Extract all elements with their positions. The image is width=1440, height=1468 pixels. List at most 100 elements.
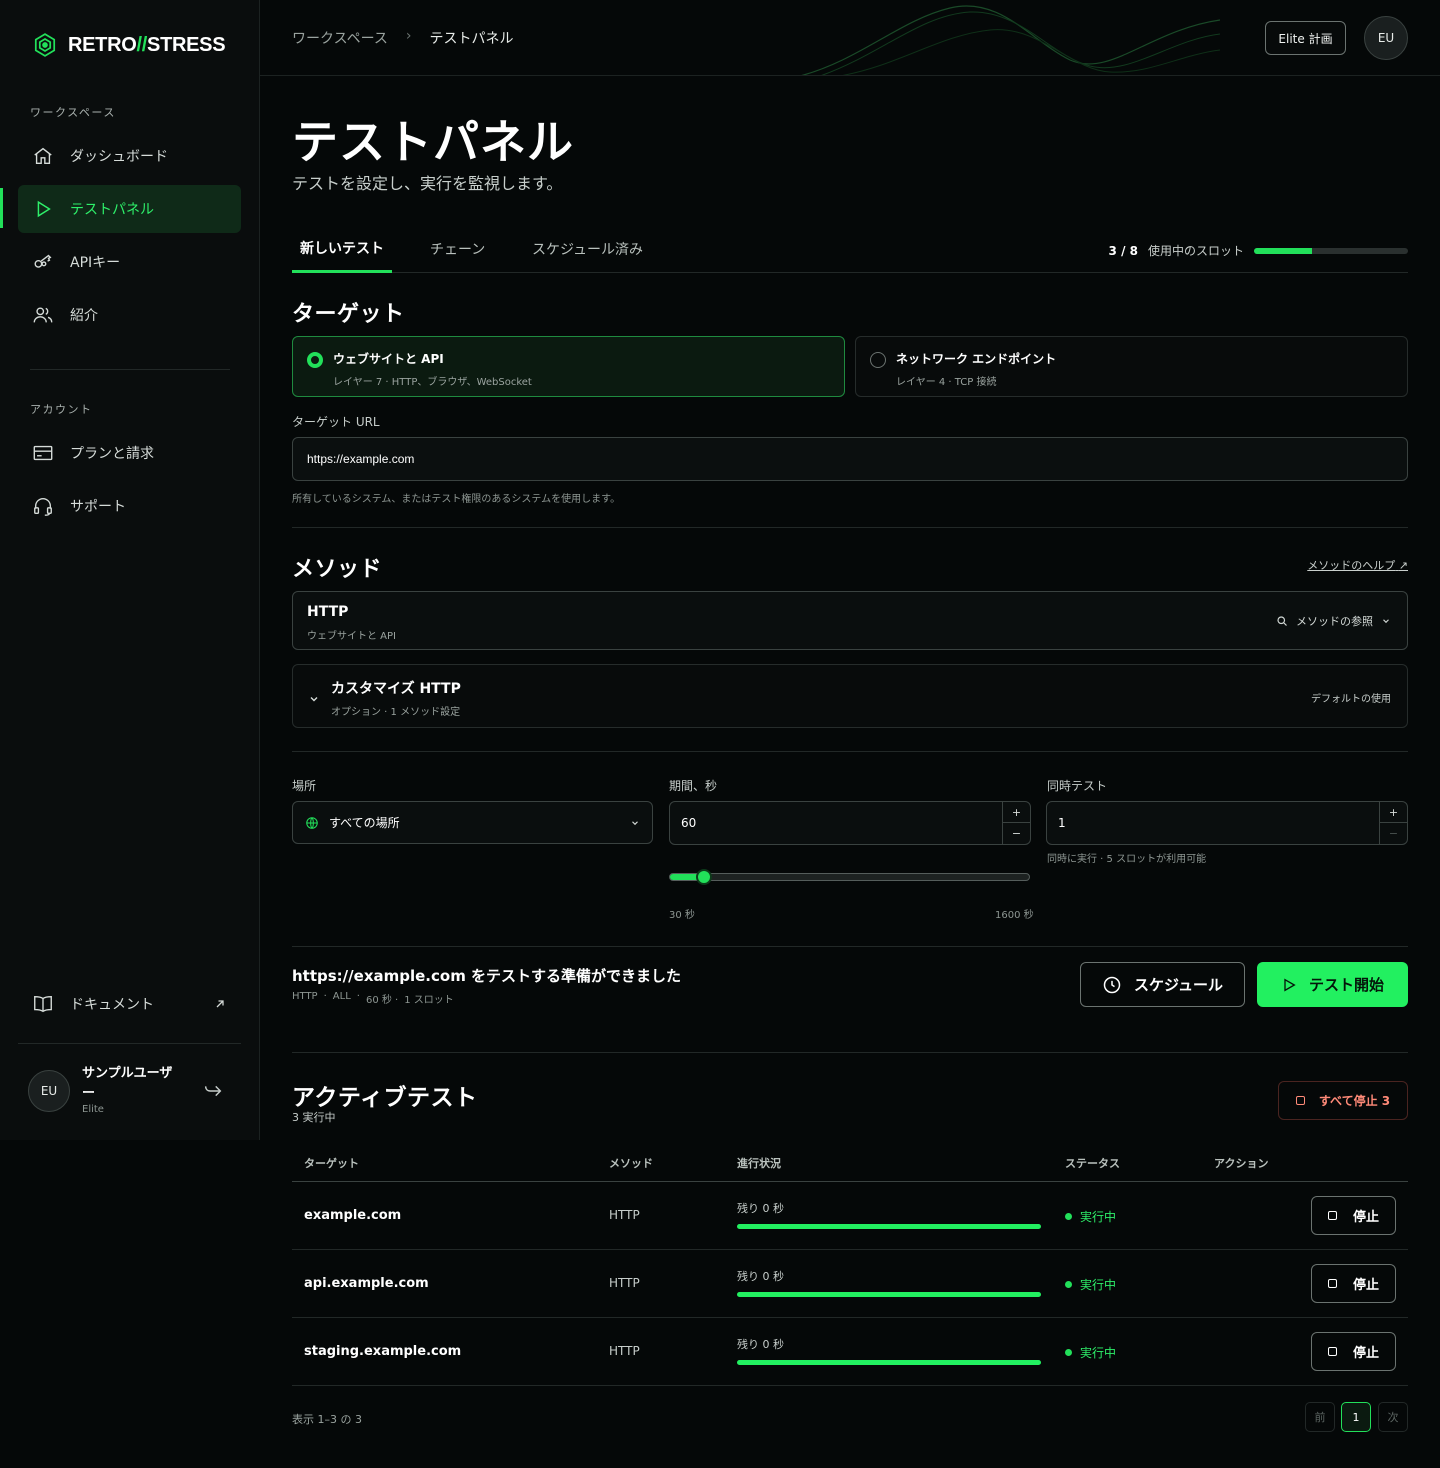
location-label: 場所 xyxy=(292,779,317,793)
increment-button[interactable]: + xyxy=(1380,802,1407,823)
stop-button[interactable]: 停止 xyxy=(1311,1332,1396,1371)
chevron-down-icon[interactable] xyxy=(308,693,320,705)
column-header-action: アクション xyxy=(1214,1157,1269,1170)
pagination-next[interactable]: 次 xyxy=(1378,1402,1408,1432)
key-icon xyxy=(34,254,52,268)
use-defaults-button[interactable]: デフォルトの使用 xyxy=(1311,690,1391,705)
tab-chains[interactable]: チェーン xyxy=(430,226,485,272)
chevron-down-icon xyxy=(632,820,638,825)
column-header-target[interactable]: ターゲット xyxy=(304,1155,359,1171)
pagination-page[interactable]: 1 xyxy=(1341,1402,1371,1432)
meta-duration: 60 秒 · xyxy=(365,995,399,1006)
ready-title: https://example.com をテストする準備ができました xyxy=(292,967,682,985)
sidebar-item-label: ドキュメント xyxy=(70,997,154,1013)
column-header-progress[interactable]: 進行状況 xyxy=(737,1155,781,1171)
column-header-status[interactable]: ステータス xyxy=(1065,1155,1120,1171)
target-option-sub: レイヤー 4 · TCP 接続 xyxy=(896,377,997,388)
browse-methods[interactable]: メソッドの参照 xyxy=(1276,613,1391,629)
pagination-prev[interactable]: 前 xyxy=(1305,1402,1335,1432)
sidebar-item-support[interactable]: サポート xyxy=(18,482,241,530)
sidebar-item-test-panel[interactable]: テストパネル xyxy=(18,185,241,233)
topbar: ワークスペース › テストパネル Elite 計画 EU xyxy=(260,0,1440,76)
plan-button[interactable]: Elite 計画 xyxy=(1265,21,1346,55)
method-selector[interactable]: HTTP ウェブサイトと API メソッドの参照 xyxy=(292,591,1408,650)
sidebar-item-docs[interactable]: ドキュメント xyxy=(18,980,241,1028)
headset-icon xyxy=(34,498,52,516)
profile-avatar[interactable]: EU xyxy=(1364,16,1408,60)
url-label: ターゲット URL xyxy=(292,415,380,429)
target-url-input[interactable] xyxy=(292,437,1408,481)
radio-selected[interactable] xyxy=(307,352,323,368)
avatar: EU xyxy=(28,1070,70,1112)
column-header-method[interactable]: メソッド xyxy=(609,1155,653,1171)
stop-label: 停止 xyxy=(1352,1346,1379,1361)
start-test-button[interactable]: テスト開始 xyxy=(1257,962,1408,1007)
stop-all-label: すべて停止 3 xyxy=(1318,1094,1391,1108)
tab-bar: 新しいテスト チェーン スケジュール済み 3 / 8 使用中のスロット xyxy=(292,226,1408,273)
sidebar-item-billing[interactable]: プランと請求 xyxy=(18,429,241,477)
logout-icon[interactable] xyxy=(202,1080,224,1102)
table-row: api.example.com HTTP 残り 0 秒 実行中 停止 xyxy=(292,1250,1408,1318)
sidebar-divider xyxy=(18,1043,241,1044)
duration-slider[interactable] xyxy=(669,869,1030,885)
stop-button[interactable]: 停止 xyxy=(1311,1264,1396,1303)
active-count: 3 実行中 xyxy=(292,1111,336,1124)
row-status: 実行中 xyxy=(1065,1276,1116,1293)
play-icon xyxy=(37,200,51,218)
method-heading: メソッド xyxy=(292,557,383,582)
stop-all-button[interactable]: すべて停止 3 xyxy=(1278,1081,1408,1120)
radio-unselected[interactable] xyxy=(870,352,886,368)
table-row: example.com HTTP 残り 0 秒 実行中 停止 xyxy=(292,1182,1408,1250)
row-target: api.example.com xyxy=(304,1276,429,1291)
breadcrumb-workspace[interactable]: ワークスペース xyxy=(292,28,388,48)
row-target: example.com xyxy=(304,1208,402,1223)
target-option-network[interactable]: ネットワーク エンドポイント レイヤー 4 · TCP 接続 xyxy=(855,336,1408,397)
play-icon xyxy=(1284,978,1296,991)
schedule-button[interactable]: スケジュール xyxy=(1080,962,1245,1007)
location-select[interactable]: すべての場所 xyxy=(292,801,653,844)
brand-logo[interactable]: RETRO//STRESS xyxy=(32,32,226,58)
concurrency-stepper: + − xyxy=(1379,802,1407,844)
status-label: 実行中 xyxy=(1080,1346,1117,1360)
active-indicator xyxy=(0,188,3,228)
sidebar-divider xyxy=(30,369,230,370)
meta-slots: 1 スロット xyxy=(404,995,454,1006)
custom-title: カスタマイズ HTTP xyxy=(331,681,461,697)
row-remaining: 残り 0 秒 xyxy=(737,1338,784,1351)
table-row: staging.example.com HTTP 残り 0 秒 実行中 停止 xyxy=(292,1318,1408,1386)
increment-button[interactable]: + xyxy=(1003,802,1030,823)
sidebar-item-label: 紹介 xyxy=(70,308,98,324)
duration-input[interactable]: 60 + − xyxy=(669,801,1031,845)
user-name: サンプルユーザー xyxy=(82,1066,173,1101)
stop-button[interactable]: 停止 xyxy=(1311,1196,1396,1235)
workspace-section-label: ワークスペース xyxy=(30,106,116,119)
tab-new-test[interactable]: 新しいテスト xyxy=(292,226,392,273)
status-label: 実行中 xyxy=(1080,1278,1117,1292)
target-option-web[interactable]: ウェブサイトと API レイヤー 7 · HTTP、ブラウザ、WebSocket xyxy=(292,336,845,397)
stop-label: 停止 xyxy=(1352,1210,1379,1225)
row-remaining: 残り 0 秒 xyxy=(737,1270,784,1283)
user-plan: Elite xyxy=(82,1104,104,1115)
sidebar-item-dashboard[interactable]: ダッシュボード xyxy=(18,132,241,180)
customize-http-panel[interactable]: カスタマイズ HTTP オプション · 1 メソッド設定 デフォルトの使用 xyxy=(292,664,1408,728)
slider-handle[interactable] xyxy=(695,869,712,885)
row-remaining: 残り 0 秒 xyxy=(737,1202,784,1215)
stop-label: 停止 xyxy=(1352,1278,1379,1293)
decrement-button[interactable]: − xyxy=(1380,823,1407,844)
decrement-button[interactable]: − xyxy=(1003,823,1030,844)
sidebar-item-api-keys[interactable]: APIキー xyxy=(18,238,241,286)
sidebar-item-referrals[interactable]: 紹介 xyxy=(18,291,241,339)
browse-label: メソッドの参照 xyxy=(1296,615,1373,628)
account-section-label: アカウント xyxy=(30,403,93,416)
tab-scheduled[interactable]: スケジュール済み xyxy=(532,226,643,272)
slider-min-label: 30 秒 xyxy=(669,910,695,921)
method-help-link[interactable]: メソッドのヘルプ ↗ xyxy=(1307,557,1408,573)
url-hint: 所有しているシステム、またはテスト権限のあるシステムを使用します。 xyxy=(292,494,621,505)
method-title: HTTP xyxy=(307,604,349,620)
concurrency-input[interactable]: 1 + − xyxy=(1046,801,1408,845)
user-card[interactable]: EU サンプルユーザー Elite xyxy=(28,1064,238,1120)
search-icon xyxy=(1277,616,1287,626)
row-method: HTTP xyxy=(609,1276,640,1290)
row-progress-fill xyxy=(737,1360,1041,1365)
stop-square-icon xyxy=(1295,1096,1305,1105)
